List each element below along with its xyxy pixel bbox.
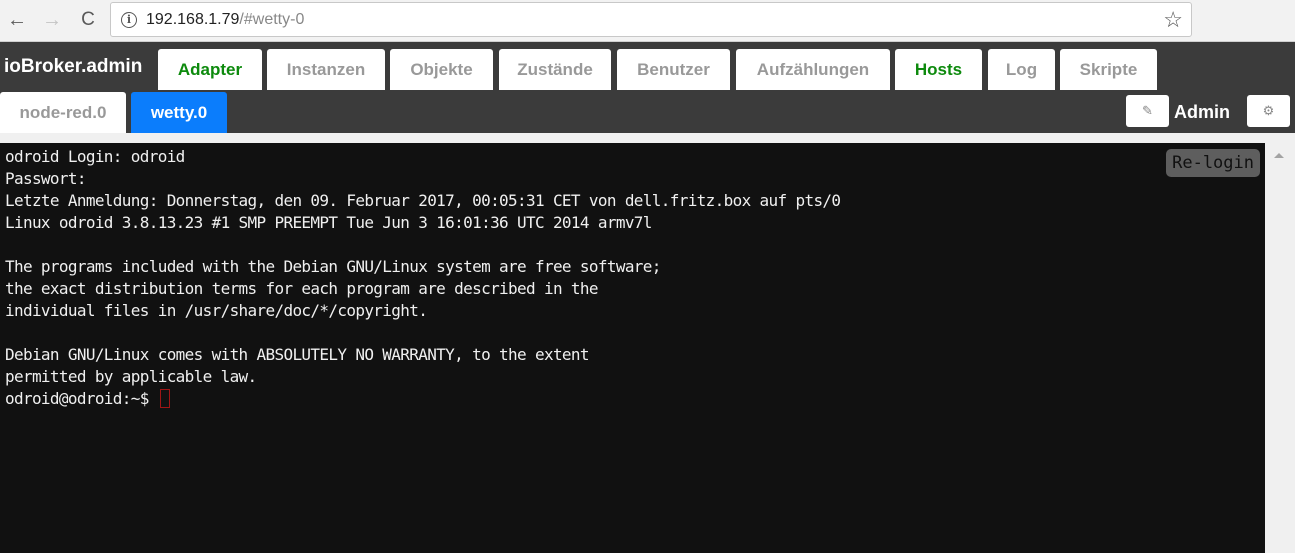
scrollbar[interactable]	[1265, 143, 1295, 553]
tab-hosts[interactable]: Hosts	[895, 49, 982, 90]
forward-arrow-icon[interactable]: →	[40, 8, 64, 32]
terminal-line: permitted by applicable law.	[5, 367, 257, 386]
app-title: ioBroker.admin	[4, 56, 143, 77]
tab-instanzen[interactable]: Instanzen	[267, 49, 385, 90]
terminal-line: Letzte Anmeldung: Donnerstag, den 09. Fe…	[5, 191, 841, 210]
terminal-cursor	[159, 389, 170, 408]
url-path: /#wetty-0	[239, 11, 305, 28]
reload-icon[interactable]: C	[76, 8, 100, 32]
terminal[interactable]: odroid Login: odroid Passwort: Letzte An…	[0, 143, 1265, 553]
app-header: ioBroker.admin Adapter Instanzen Objekte…	[0, 42, 1295, 133]
terminal-line: individual files in /usr/share/doc/*/cop…	[5, 301, 428, 320]
user-name: Admin	[1174, 102, 1230, 122]
url-host: 192.168.1.79	[146, 11, 240, 28]
content-area: odroid Login: odroid Passwort: Letzte An…	[0, 133, 1295, 553]
bookmark-star-icon[interactable]: ☆	[1163, 7, 1183, 33]
info-icon[interactable]: i	[121, 12, 137, 28]
pencil-icon: ✎	[1142, 103, 1153, 118]
subtab-wetty[interactable]: wetty.0	[131, 92, 227, 133]
shell-prompt: odroid@odroid:~$	[5, 389, 158, 408]
back-arrow-icon[interactable]: ←	[5, 8, 29, 32]
terminal-prompt-line[interactable]: odroid@odroid:~$	[5, 388, 1260, 410]
tab-log[interactable]: Log	[988, 49, 1055, 90]
url-text[interactable]: 192.168.1.79/#wetty-0	[146, 11, 304, 29]
tab-adapter[interactable]: Adapter	[158, 49, 262, 90]
terminal-line: odroid Login: odroid	[5, 147, 185, 166]
tab-benutzer[interactable]: Benutzer	[617, 49, 730, 90]
settings-button[interactable]: ⚙	[1247, 95, 1290, 127]
address-bar[interactable]: i 192.168.1.79/#wetty-0 ☆	[110, 2, 1192, 37]
tab-skripte[interactable]: Skripte	[1060, 49, 1157, 90]
subtab-node-red[interactable]: node-red.0	[0, 92, 126, 133]
terminal-line: The programs included with the Debian GN…	[5, 257, 661, 276]
browser-toolbar: ← → C i 192.168.1.79/#wetty-0 ☆	[0, 0, 1295, 42]
relogin-button[interactable]: Re-login	[1166, 149, 1260, 177]
edit-button[interactable]: ✎	[1126, 95, 1169, 127]
terminal-line: Passwort:	[5, 169, 87, 188]
scroll-up-arrow-icon[interactable]	[1274, 153, 1284, 158]
tab-aufzaehlungen[interactable]: Aufzählungen	[736, 49, 890, 90]
terminal-line: the exact distribution terms for each pr…	[5, 279, 599, 298]
tab-zustaende[interactable]: Zustände	[499, 49, 611, 90]
tab-objekte[interactable]: Objekte	[390, 49, 493, 90]
terminal-line: Debian GNU/Linux comes with ABSOLUTELY N…	[5, 345, 590, 364]
terminal-line: Linux odroid 3.8.13.23 #1 SMP PREEMPT Tu…	[5, 213, 652, 232]
gear-icon: ⚙	[1262, 103, 1275, 118]
